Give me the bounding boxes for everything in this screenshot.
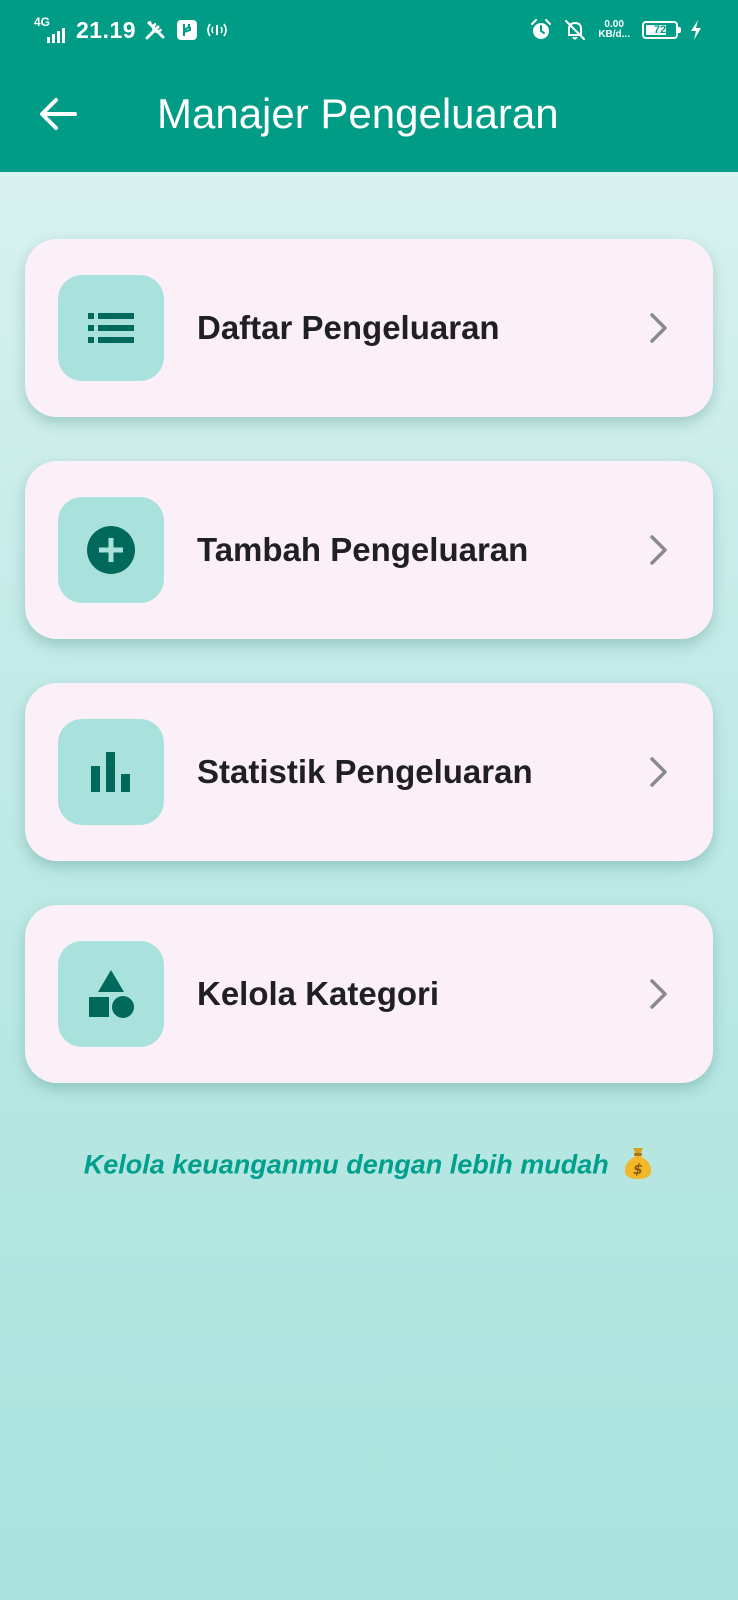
status-time: 21.19: [76, 16, 137, 43]
usb-icon: [176, 19, 198, 41]
net-speed: 0.00 KB/d...: [598, 20, 630, 40]
menu-item-daftar-pengeluaran[interactable]: Daftar Pengeluaran: [25, 239, 713, 417]
page-title: Manajer Pengeluaran: [157, 90, 559, 137]
net-speed-unit: KB/d...: [598, 29, 630, 40]
battery-icon: 72: [642, 21, 681, 39]
menu-icon-tile: [58, 497, 164, 603]
status-bar-left: 4G 21.19: [34, 15, 228, 45]
back-button[interactable]: [30, 86, 86, 142]
menu-icon-tile: [58, 941, 164, 1047]
status-bar: 4G 21.19 0.00 KB/d... 72: [0, 0, 738, 58]
bar-chart-icon: [91, 752, 130, 792]
chevron-right-icon: [639, 530, 679, 570]
menu-item-label: Tambah Pengeluaran: [197, 531, 529, 568]
bell-off-icon: [564, 19, 586, 41]
status-bar-right: 0.00 KB/d... 72: [530, 15, 702, 45]
money-bag-icon: $: [622, 1146, 654, 1187]
battery-percent: 72: [653, 24, 667, 36]
arrow-left-icon: [40, 98, 77, 130]
menu-item-tambah-pengeluaran[interactable]: Tambah Pengeluaran: [25, 461, 713, 639]
tagline-text: Kelola keuanganmu dengan lebih mudah: [83, 1149, 609, 1180]
network-type: 4G: [34, 15, 51, 29]
menu-icon-tile: [58, 275, 164, 381]
chevron-right-icon: [639, 308, 679, 348]
menu-item-label: Kelola Kategori: [197, 975, 440, 1012]
add-circle-icon: [87, 526, 135, 574]
category-shapes-icon: [89, 970, 134, 1018]
top-bar: 4G 21.19 0.00 KB/d... 72 Manajer Pengelu…: [0, 0, 738, 172]
footer-tagline: Kelola keuanganmu dengan lebih mudah $: [0, 1146, 738, 1187]
charging-icon: [690, 20, 702, 40]
chevron-right-icon: [639, 974, 679, 1014]
svg-text:$: $: [633, 1162, 643, 1178]
app-bar: Manajer Pengeluaran: [0, 58, 738, 172]
menu-item-kelola-kategori[interactable]: Kelola Kategori: [25, 905, 713, 1083]
menu-icon-tile: [58, 719, 164, 825]
signal-icon: 4G: [34, 15, 68, 43]
hotspot-icon: [206, 21, 228, 39]
menu-item-label: Statistik Pengeluaran: [197, 753, 533, 790]
alarm-icon: [530, 19, 552, 41]
menu-item-label: Daftar Pengeluaran: [197, 309, 500, 346]
menu-list: Daftar Pengeluaran Tambah Pengeluaran St…: [25, 239, 713, 1127]
tools-icon: [144, 19, 168, 41]
chevron-right-icon: [639, 752, 679, 792]
menu-item-statistik-pengeluaran[interactable]: Statistik Pengeluaran: [25, 683, 713, 861]
list-icon: [88, 313, 134, 343]
